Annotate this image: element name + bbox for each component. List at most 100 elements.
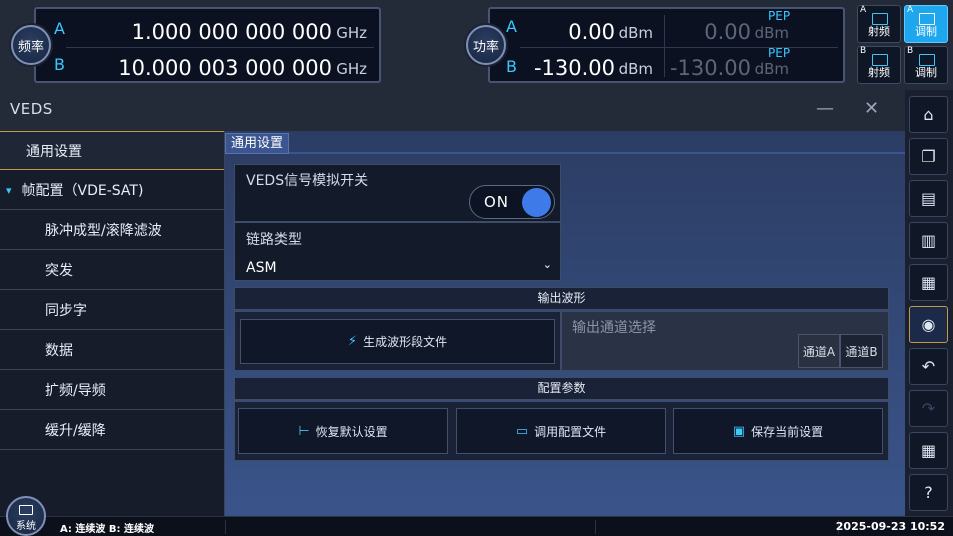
power-a-value[interactable]: 0.00: [568, 20, 615, 44]
status-divider: [595, 520, 596, 534]
right-toolbar: ⌂ ❐ ▤ ▥ ▦ ◉ ↶ ↷ ▦ ?: [905, 90, 953, 516]
freq-a-value[interactable]: 1.000 000 000 000: [132, 20, 332, 44]
load-label: 调用配置文件: [534, 424, 607, 439]
nav-item-label: 缓升/缓降: [45, 423, 106, 439]
window-title: VEDS: [10, 100, 53, 118]
mod-b-label: 调制: [915, 66, 937, 79]
rf-a-button[interactable]: A 射频: [857, 5, 901, 43]
nav-item-label: 脉冲成型/滚降滤波: [45, 223, 162, 239]
toggle-state: ON: [484, 193, 510, 211]
pep-b-unit: dBm: [754, 60, 789, 78]
rf-b-button[interactable]: B 射频: [857, 46, 901, 84]
save-config-button[interactable]: ▣ 保存当前设置: [673, 408, 883, 454]
power-divider-v: [664, 15, 665, 77]
mod-a-button[interactable]: A 调制: [904, 5, 948, 43]
power-b-label: B: [506, 57, 517, 76]
power-b-unit: dBm: [618, 60, 653, 78]
windows-icon[interactable]: ❐: [909, 138, 948, 175]
link-type-select[interactable]: ASM ⌄: [246, 257, 556, 277]
nav-item-frame-config[interactable]: ▾ 帧配置（VDE-SAT): [0, 171, 224, 210]
nav-item-pulse-shaping[interactable]: 脉冲成型/滚降滤波: [0, 211, 224, 250]
apps-icon[interactable]: ▦: [909, 432, 948, 469]
switch-box: VEDS信号模拟开关 ON: [234, 164, 561, 222]
channel-a-button[interactable]: 通道A: [798, 334, 840, 368]
content-area: 通用设置 VEDS信号模拟开关 ON 链路类型 ASM ⌄ 输出波形 ⚡ 生成波…: [225, 131, 905, 516]
link-type-value: ASM: [246, 260, 277, 276]
power-panel: A B 0.00 dBm -130.00 dBm PEP 0.00 dBm PE…: [488, 7, 845, 83]
switch-label: VEDS信号模拟开关: [246, 173, 369, 189]
nav-item-general[interactable]: 通用设置: [0, 131, 224, 170]
freq-divider: [66, 47, 374, 48]
datetime: 2025-09-23 10:52: [835, 520, 945, 533]
nav-item-label: 突发: [45, 263, 73, 279]
link-type-label: 链路类型: [246, 232, 302, 248]
system-label: 系统: [16, 521, 36, 532]
nav-item-label: 帧配置（VDE-SAT): [21, 183, 144, 199]
freq-b-value[interactable]: 10.000 003 000 000: [118, 56, 332, 80]
status-divider: [225, 520, 226, 534]
help-icon[interactable]: ?: [909, 474, 948, 511]
chevron-down-icon: ⌄: [542, 258, 552, 271]
monitor-icon[interactable]: ▤: [909, 180, 948, 217]
pep-a-value: 0.00: [704, 20, 751, 44]
nav-item-label: 同步字: [45, 303, 87, 319]
rf-a-label: 射频: [868, 25, 890, 38]
mod-b-button[interactable]: B 调制: [904, 46, 948, 84]
veds-toggle[interactable]: ON: [469, 185, 555, 219]
channel-b-button[interactable]: 通道B: [840, 334, 883, 368]
nav-item-label: 数据: [45, 343, 73, 359]
nav-item-burst[interactable]: 突发: [0, 251, 224, 290]
app-root: A B 1.000 000 000 000 GHz 10.000 003 000…: [0, 0, 953, 536]
nav-item-data[interactable]: 数据: [0, 331, 224, 370]
toggle-knob: [522, 188, 551, 217]
config-section-header: 配置参数: [234, 377, 889, 400]
power-a-label: A: [506, 17, 517, 36]
rf-a-channel: A: [860, 5, 867, 15]
load-config-button[interactable]: ▭ 调用配置文件: [456, 408, 666, 454]
power-button[interactable]: 功率: [466, 25, 506, 65]
power-divider-h: [520, 47, 838, 48]
system-button[interactable]: 系统: [6, 496, 46, 536]
power-b-value[interactable]: -130.00: [534, 56, 615, 80]
nav-item-label: 通用设置: [26, 143, 82, 160]
status-bar: A: 连续波 B: 连续波 2025-09-23 10:52: [0, 516, 953, 536]
save-icon: ▣: [732, 423, 746, 439]
pep-b-label: PEP: [768, 46, 791, 60]
output-section-header: 输出波形: [234, 287, 889, 310]
scpi-screen-icon[interactable]: ▦: [909, 264, 948, 301]
nav-item-ramp[interactable]: 缓升/缓降: [0, 411, 224, 450]
camera-icon[interactable]: ◉: [909, 306, 948, 343]
tab-underline: [289, 152, 905, 154]
generate-label: 生成波形段文件: [363, 335, 448, 349]
restore-icon: ⊢: [298, 423, 310, 439]
nav-item-spread-pilot[interactable]: 扩频/导频: [0, 371, 224, 410]
nav-item-sync-word[interactable]: 同步字: [0, 291, 224, 330]
undo-icon[interactable]: ↶: [909, 348, 948, 385]
freq-a-unit: GHz: [336, 24, 367, 42]
folder-icon: ▭: [515, 423, 529, 439]
rf-b-channel: B: [860, 46, 867, 56]
wand-icon: ⚡: [347, 334, 358, 349]
pep-a-unit: dBm: [754, 24, 789, 42]
pep-b-value: -130.00: [669, 56, 751, 80]
mod-a-channel: A: [907, 5, 914, 15]
expand-arrow-icon: ▾: [6, 183, 12, 197]
generate-waveform-button[interactable]: ⚡ 生成波形段文件: [240, 319, 555, 364]
rf-b-label: 射频: [868, 66, 890, 79]
freq-b-unit: GHz: [336, 60, 367, 78]
close-button[interactable]: ✕: [864, 98, 879, 119]
freq-b-label: B: [54, 55, 65, 74]
minimize-button[interactable]: —: [816, 98, 834, 119]
restore-default-button[interactable]: ⊢ 恢复默认设置: [238, 408, 448, 454]
left-nav: 通用设置 ▾ 帧配置（VDE-SAT) 脉冲成型/滚降滤波 突发 同步字 数据 …: [0, 131, 225, 516]
mod-b-channel: B: [907, 46, 914, 56]
frequency-button[interactable]: 频率: [11, 25, 51, 65]
freq-a-label: A: [54, 19, 65, 38]
home-icon[interactable]: ⌂: [909, 96, 948, 133]
restore-label: 恢复默认设置: [315, 424, 388, 439]
redo-icon: ↷: [909, 390, 948, 427]
system-icon: [19, 505, 33, 515]
mod-a-label: 调制: [915, 25, 937, 38]
scpi-icon[interactable]: ▥: [909, 222, 948, 259]
tab-general[interactable]: 通用设置: [225, 133, 289, 154]
